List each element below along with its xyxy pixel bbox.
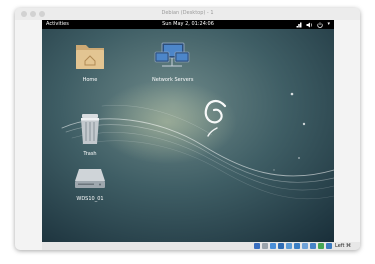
audio-status-icon[interactable]	[270, 243, 276, 249]
desktop-icon-wds10-01[interactable]: WDS10_01	[70, 165, 110, 202]
desktop-icon-label: Trash	[83, 151, 97, 157]
window-title: Debian (Desktop) - 1	[161, 10, 214, 16]
network-status-icon[interactable]	[278, 243, 284, 249]
usb-status-icon[interactable]	[286, 243, 292, 249]
volume-icon	[306, 22, 313, 27]
network-icon	[296, 22, 302, 27]
vm-window: Debian (Desktop) - 1 Activities Sun May …	[15, 8, 360, 250]
recording-status-icon[interactable]	[310, 243, 316, 249]
desktop-icon-label: Home	[82, 77, 98, 83]
cpu-status-icon[interactable]	[318, 243, 324, 249]
desktop-icon-label: Network Servers	[152, 77, 194, 83]
vm-status-bar: Left ⌘	[42, 242, 360, 250]
power-icon	[317, 21, 324, 28]
clock[interactable]: Sun May 2, 01:24:06	[42, 20, 334, 29]
desktop-icon-network-servers[interactable]: Network Servers	[152, 40, 194, 83]
folder-home-icon	[76, 45, 104, 69]
trash-icon	[81, 114, 99, 144]
guest-desktop[interactable]: Activities Sun May 2, 01:24:06 ▾ Home Ne…	[42, 20, 334, 242]
gnome-top-bar: Activities Sun May 2, 01:24:06 ▾	[42, 20, 334, 29]
desktop-icon-home[interactable]: Home	[70, 40, 110, 83]
network-servers-icon	[154, 42, 190, 67]
system-tray[interactable]: ▾	[296, 20, 330, 29]
chevron-down-icon: ▾	[327, 21, 330, 27]
desktop-icon-trash[interactable]: Trash	[70, 112, 110, 157]
desktop-icon-label: WDS10_01	[76, 196, 104, 202]
drive-icon	[75, 169, 105, 188]
host-key-label: Left ⌘	[335, 243, 351, 249]
optical-drive-status-icon[interactable]	[262, 243, 268, 249]
display-status-icon[interactable]	[302, 243, 308, 249]
window-titlebar: Debian (Desktop) - 1	[15, 8, 360, 20]
shared-folders-status-icon[interactable]	[294, 243, 300, 249]
mouse-integration-icon[interactable]	[326, 243, 332, 249]
hard-disk-status-icon[interactable]	[254, 243, 260, 249]
